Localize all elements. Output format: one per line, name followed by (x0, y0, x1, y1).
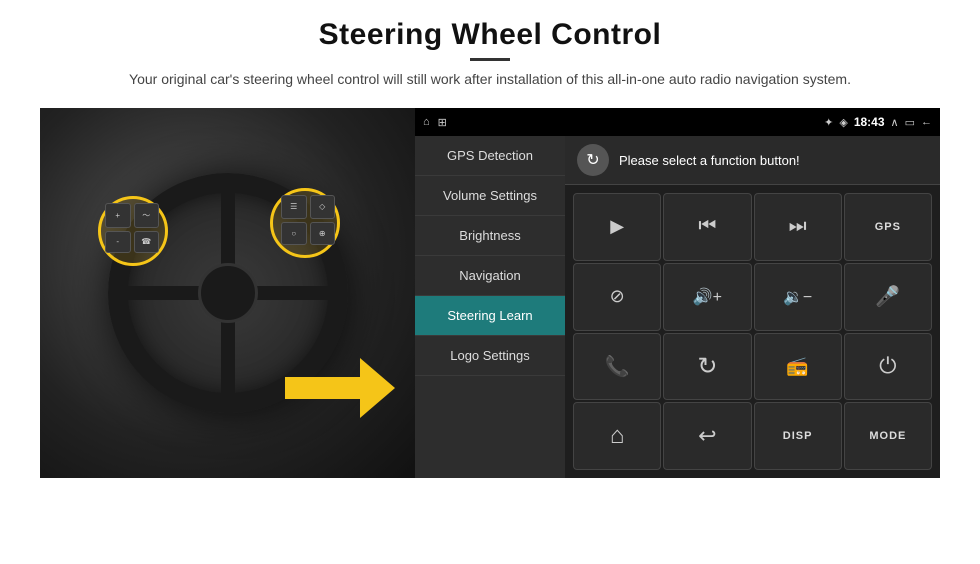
mic-icon: 🎤 (875, 284, 900, 309)
menu-item-logo-settings[interactable]: Logo Settings (415, 336, 565, 376)
btn-icon-circle: ○ (281, 222, 307, 246)
btn-mic[interactable]: 🎤 (844, 263, 932, 331)
btn-play[interactable] (573, 193, 661, 261)
screen-content: GPS Detection Volume Settings Brightness… (415, 136, 940, 478)
arrow-shape (285, 358, 395, 418)
back-status-icon: ← (921, 116, 932, 128)
disp-label: DISP (783, 430, 813, 442)
title-section: Steering Wheel Control Your original car… (129, 18, 851, 90)
control-panel: ↻ Please select a function button! (565, 136, 940, 478)
btn-icon-diamond: ◇ (310, 195, 336, 219)
control-grid: ⊘ 🔊+ 🔉− 🎤 📞 (565, 185, 940, 478)
left-button-cluster: + 〜 - ☎ (105, 203, 159, 253)
btn-disp[interactable]: DISP (754, 402, 842, 470)
wifi-icon: ◈ (839, 116, 847, 129)
btn-icon-wave: 〜 (134, 203, 160, 228)
btn-icon-call: ☎ (134, 231, 160, 254)
btn-gps[interactable] (844, 193, 932, 261)
btn-icon-plus: + (105, 203, 131, 228)
window-icon: ▭ (905, 116, 915, 129)
menu-sidebar: GPS Detection Volume Settings Brightness… (415, 136, 565, 478)
status-time: 18:43 (854, 115, 885, 129)
home-icon: ⌂ (610, 422, 625, 450)
subtitle-text: Your original car's steering wheel contr… (129, 69, 851, 90)
arrow-head (360, 358, 395, 418)
status-bar-left: ⌂ ⊞ (423, 116, 447, 129)
menu-item-volume-settings[interactable]: Volume Settings (415, 176, 565, 216)
refresh-icon[interactable]: ↻ (577, 144, 609, 176)
btn-power[interactable]: ⏻ (844, 333, 932, 401)
mode-label: MODE (869, 430, 906, 442)
content-area: + 〜 - ☎ ☰ ◇ ○ ⊕ (40, 108, 940, 478)
btn-vol-up[interactable]: 🔊+ (663, 263, 751, 331)
btn-icon-cross: ⊕ (310, 222, 336, 246)
btn-mode[interactable]: MODE (844, 402, 932, 470)
right-button-cluster: ☰ ◇ ○ ⊕ (281, 195, 335, 245)
chevron-up-icon: ∧ (891, 116, 899, 129)
play-icon (610, 216, 624, 237)
arrow-body (285, 377, 365, 399)
prev-icon (698, 215, 716, 238)
bluetooth-icon: ✦ (824, 116, 833, 129)
mute-icon: ⊘ (610, 286, 625, 307)
menu-item-steering-learn[interactable]: Steering Learn (415, 296, 565, 336)
btn-home[interactable]: ⌂ (573, 402, 661, 470)
btn-mute[interactable]: ⊘ (573, 263, 661, 331)
back-icon: ↩ (698, 423, 716, 449)
gps-icon (875, 221, 901, 233)
app-status-icon: ⊞ (438, 116, 447, 129)
menu-item-navigation[interactable]: Navigation (415, 256, 565, 296)
vol-up-icon: 🔊+ (693, 287, 722, 307)
btn-back[interactable]: ↩ (663, 402, 751, 470)
page-title: Steering Wheel Control (129, 18, 851, 52)
btn-phone[interactable]: 📞 (573, 333, 661, 401)
radio-icon: 📻 (786, 356, 808, 377)
menu-item-gps-detection[interactable]: GPS Detection (415, 136, 565, 176)
status-bar: ⌂ ⊞ ✦ ◈ 18:43 ∧ ▭ ← (415, 108, 940, 136)
btn-vol-down[interactable]: 🔉− (754, 263, 842, 331)
title-divider (470, 58, 510, 61)
btn-next[interactable] (754, 193, 842, 261)
photo-side: + 〜 - ☎ ☰ ◇ ○ ⊕ (40, 108, 415, 478)
wheel-center (198, 263, 258, 323)
phone-icon: 📞 (605, 354, 630, 379)
menu-item-brightness[interactable]: Brightness (415, 216, 565, 256)
screen-side: ⌂ ⊞ ✦ ◈ 18:43 ∧ ▭ ← GPS Detection Volume… (415, 108, 940, 478)
power-icon: ⏻ (879, 353, 896, 379)
rotate-icon: ↻ (697, 352, 717, 381)
page-container: Steering Wheel Control Your original car… (0, 0, 980, 564)
btn-icon-minus: - (105, 231, 131, 254)
btn-rotate[interactable]: ↻ (663, 333, 751, 401)
arrow-container (285, 358, 395, 418)
panel-header-text: Please select a function button! (619, 153, 800, 168)
panel-header: ↻ Please select a function button! (565, 136, 940, 185)
next-icon (789, 215, 807, 238)
status-bar-right: ✦ ◈ 18:43 ∧ ▭ ← (824, 115, 932, 129)
steering-wheel-bg: + 〜 - ☎ ☰ ◇ ○ ⊕ (40, 108, 415, 478)
vol-down-icon: 🔉− (783, 287, 812, 307)
btn-icon-menu: ☰ (281, 195, 307, 219)
btn-radio[interactable]: 📻 (754, 333, 842, 401)
home-status-icon: ⌂ (423, 116, 430, 128)
btn-prev[interactable] (663, 193, 751, 261)
